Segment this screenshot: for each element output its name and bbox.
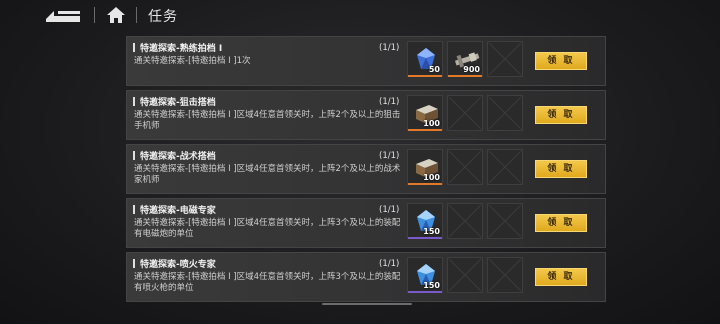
claim-button[interactable]: 领 取 [535, 160, 587, 178]
rarity-bar [408, 291, 442, 293]
task-description: 通关特邀探索-[特邀拍档 I ]区域4任意首领关时，上阵3个及以上的装配有电磁炮… [134, 218, 401, 239]
empty-reward-slot [487, 149, 523, 185]
task-title: 特邀探索-狙击搭档 [133, 95, 216, 108]
rarity-bar [408, 129, 442, 131]
task-card: 特邀探索-战术搭档 (1/1) 通关特邀探索-[特邀拍档 I ]区域4任意首领关… [126, 144, 606, 194]
empty-reward-slot [447, 95, 483, 131]
task-card: 特邀探索-熟练拍档 I (1/1) 通关特邀探索-[特邀拍档 I ]1次 50 … [126, 36, 606, 86]
reward-slot[interactable]: 150 [407, 257, 443, 293]
task-title: 特邀探索-喷火专家 [133, 257, 216, 270]
empty-reward-slot [447, 149, 483, 185]
claim-button[interactable]: 领 取 [535, 52, 587, 70]
reward-quantity: 150 [423, 281, 440, 290]
task-title: 特邀探索-战术搭档 [133, 149, 216, 162]
divider [136, 7, 137, 23]
task-card: 特邀探索-狙击搭档 (1/1) 通关特邀探索-[特邀拍档 I ]区域4任意首领关… [126, 90, 606, 140]
reward-quantity: 100 [423, 173, 440, 182]
task-progress: (1/1) [379, 205, 400, 215]
reward-quantity: 50 [428, 65, 440, 74]
task-description: 通关特邀探索-[特邀拍档 I ]区域4任意首领关时，上阵2个及以上的狙击手机师 [134, 110, 401, 131]
task-title: 特邀探索-熟练拍档 I [133, 41, 222, 54]
reward-slot[interactable]: 100 [407, 95, 443, 131]
reward-slot[interactable]: 150 [407, 203, 443, 239]
claim-button[interactable]: 领 取 [535, 214, 587, 232]
empty-reward-slot [487, 203, 523, 239]
scroll-indicator[interactable] [322, 303, 412, 305]
task-progress: (1/1) [379, 151, 400, 161]
task-card: 特邀探索-喷火专家 (1/1) 通关特邀探索-[特邀拍档 I ]区域4任意首领关… [126, 252, 606, 302]
reward-slot[interactable]: 50 [407, 41, 443, 77]
task-description: 通关特邀探索-[特邀拍档 I ]区域4任意首领关时，上阵2个及以上的战术家机师 [134, 164, 401, 185]
rarity-bar [448, 75, 482, 77]
task-description: 通关特邀探索-[特邀拍档 I ]区域4任意首领关时，上阵3个及以上的装配有喷火枪… [134, 272, 401, 293]
top-bar: 任务 [0, 0, 720, 30]
reward-slot[interactable]: 100 [407, 149, 443, 185]
task-title: 特邀探索-电磁专家 [133, 203, 216, 216]
task-progress: (1/1) [379, 43, 400, 53]
task-card: 特邀探索-电磁专家 (1/1) 通关特邀探索-[特邀拍档 I ]区域4任意首领关… [126, 198, 606, 248]
back-button[interactable] [44, 7, 82, 23]
rarity-bar [408, 75, 442, 77]
reward-slot[interactable]: 900 [447, 41, 483, 77]
page-title: 任务 [148, 9, 178, 25]
empty-reward-slot [487, 41, 523, 77]
reward-quantity: 900 [463, 65, 480, 74]
home-icon [107, 7, 125, 23]
task-progress: (1/1) [379, 97, 400, 107]
back-arrow-icon [46, 11, 80, 22]
claim-button[interactable]: 领 取 [535, 268, 587, 286]
claim-button[interactable]: 领 取 [535, 106, 587, 124]
rarity-bar [408, 183, 442, 185]
task-description: 通关特邀探索-[特邀拍档 I ]1次 [134, 56, 251, 66]
empty-reward-slot [487, 257, 523, 293]
divider [94, 7, 95, 23]
empty-reward-slot [447, 203, 483, 239]
task-progress: (1/1) [379, 259, 400, 269]
rarity-bar [408, 237, 442, 239]
home-button[interactable] [106, 5, 126, 25]
empty-reward-slot [447, 257, 483, 293]
empty-reward-slot [487, 95, 523, 131]
reward-quantity: 150 [423, 227, 440, 236]
reward-quantity: 100 [423, 119, 440, 128]
